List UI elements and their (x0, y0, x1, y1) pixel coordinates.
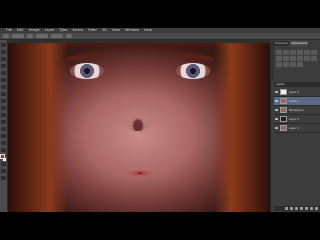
layer-row[interactable]: Layer 4 (274, 124, 320, 133)
image-canvas[interactable] (8, 43, 270, 212)
photo-nose (122, 105, 154, 131)
layer-thumbnail (280, 125, 287, 131)
black-white-adjustment-icon[interactable] (283, 56, 289, 61)
flow-field[interactable] (51, 34, 63, 38)
channel-mixer-adjustment-icon[interactable] (297, 56, 303, 61)
layers-list: Layer 2 Layer 1 Background Layer 3 Layer… (274, 88, 320, 133)
photo-left-eyebrow (65, 51, 107, 62)
photo-editor-window: File Edit Image Layer Type Select Filter… (0, 0, 320, 240)
brush-size-picker[interactable] (12, 34, 24, 38)
blur-tool-icon[interactable] (1, 127, 6, 131)
brush-tool-icon[interactable] (1, 92, 6, 96)
clone-stamp-tool-icon[interactable] (1, 99, 6, 103)
opacity-field[interactable] (36, 34, 48, 38)
gradient-map-adjustment-icon[interactable] (290, 62, 296, 67)
photo-hair-left (8, 43, 68, 212)
mode-dropdown[interactable] (27, 34, 33, 38)
history-brush-tool-icon[interactable] (1, 106, 6, 110)
eye-icon[interactable] (275, 100, 278, 102)
layer-name: Background (289, 108, 305, 112)
tool-preset-button[interactable] (3, 34, 9, 38)
fx-icon[interactable] (290, 207, 293, 210)
mask-icon[interactable] (295, 207, 298, 210)
invert-adjustment-icon[interactable] (311, 56, 317, 61)
layer-row-selected[interactable]: Layer 1 (274, 97, 320, 106)
eye-icon[interactable] (275, 109, 278, 111)
eye-icon[interactable] (275, 127, 278, 129)
lasso-tool-icon[interactable] (1, 57, 6, 61)
tab-properties[interactable]: Properties (274, 41, 290, 46)
threshold-adjustment-icon[interactable] (283, 62, 289, 67)
color-lookup-adjustment-icon[interactable] (304, 56, 310, 61)
airbrush-toggle[interactable] (66, 34, 72, 38)
eye-icon[interactable] (275, 118, 278, 120)
eraser-tool-icon[interactable] (1, 113, 6, 117)
color-balance-adjustment-icon[interactable] (276, 56, 282, 61)
marquee-tool-icon[interactable] (1, 50, 6, 54)
eyedropper-tool-icon[interactable] (1, 78, 6, 82)
layer-name: Layer 4 (289, 126, 299, 130)
layers-panel-header[interactable]: Layers (274, 82, 320, 87)
photo-left-eye (70, 63, 104, 79)
vibrance-adjustment-icon[interactable] (304, 50, 310, 55)
layer-thumbnail (280, 107, 287, 113)
tools-panel (0, 40, 8, 212)
healing-brush-tool-icon[interactable] (1, 85, 6, 89)
brightness-adjustment-icon[interactable] (276, 50, 282, 55)
adjustment-icon[interactable] (300, 207, 303, 210)
layers-panel-footer (274, 206, 320, 211)
properties-panel-tabs: Properties Adjustments (274, 41, 320, 46)
layer-thumbnail (280, 98, 287, 104)
move-tool-icon[interactable] (1, 43, 6, 47)
layer-thumbnail (280, 116, 287, 122)
curves-adjustment-icon[interactable] (290, 50, 296, 55)
trash-icon[interactable] (315, 207, 318, 210)
layer-name: Layer 2 (289, 90, 299, 94)
type-tool-icon[interactable] (1, 148, 6, 152)
crop-tool-icon[interactable] (1, 71, 6, 75)
layer-row[interactable]: Layer 3 (274, 115, 320, 124)
photo-mouth (112, 167, 168, 181)
exposure-adjustment-icon[interactable] (297, 50, 303, 55)
zoom-tool-icon[interactable] (1, 176, 6, 180)
levels-adjustment-icon[interactable] (283, 50, 289, 55)
quick-select-tool-icon[interactable] (1, 64, 6, 68)
layer-name: Layer 1 (289, 99, 299, 103)
selective-color-adjustment-icon[interactable] (297, 62, 303, 67)
hue-saturation-adjustment-icon[interactable] (311, 50, 317, 55)
link-icon[interactable] (285, 207, 288, 210)
dodge-tool-icon[interactable] (1, 134, 6, 138)
posterize-adjustment-icon[interactable] (276, 62, 282, 67)
photo-right-eye (176, 63, 210, 79)
hand-tool-icon[interactable] (1, 169, 6, 173)
photo-hair-right (214, 43, 270, 212)
layer-name: Layer 3 (289, 117, 299, 121)
layer-thumbnail (280, 89, 287, 95)
collapsed-panel-strip[interactable] (270, 40, 274, 80)
shape-tool-icon[interactable] (1, 162, 6, 166)
photo-filter-adjustment-icon[interactable] (290, 56, 296, 61)
layer-row[interactable]: Layer 2 (274, 88, 320, 97)
eye-icon[interactable] (275, 91, 278, 93)
new-layer-icon[interactable] (310, 207, 313, 210)
layer-row[interactable]: Background (274, 106, 320, 115)
options-bar (0, 33, 320, 40)
adjustments-grid (276, 50, 318, 67)
folder-icon[interactable] (305, 207, 308, 210)
photo-right-eyebrow (173, 51, 215, 62)
pen-tool-icon[interactable] (1, 141, 6, 145)
tab-adjustments[interactable]: Adjustments (290, 41, 309, 46)
gradient-tool-icon[interactable] (1, 120, 6, 124)
foreground-color-swatch[interactable] (0, 154, 5, 159)
